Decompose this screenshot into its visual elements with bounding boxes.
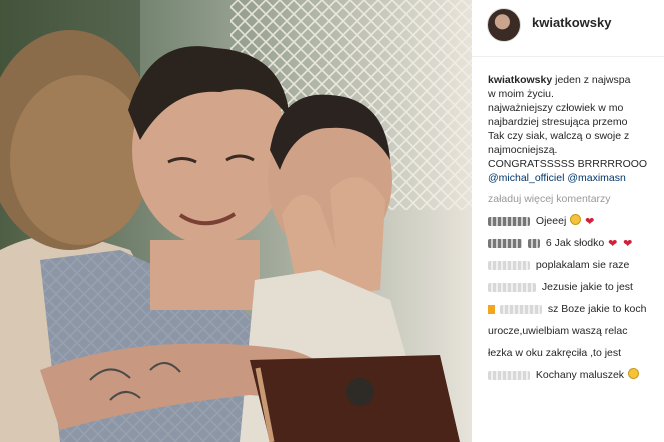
- blurred-username[interactable]: [488, 216, 530, 226]
- blurred-username-part: [527, 238, 540, 248]
- caption-line-5: Tak czy siak, walczą o swoje z: [488, 130, 630, 142]
- comment-text: Jezusie jakie to jest: [541, 281, 633, 293]
- post-photo[interactable]: [0, 0, 472, 442]
- post-header: kwiatkowsky: [472, 0, 664, 57]
- caption-line-2: w moim życiu.: [488, 88, 554, 100]
- blurred-username[interactable]: [488, 238, 522, 248]
- comment-text: sz Boze jakie to koch: [547, 303, 647, 315]
- mention-link[interactable]: @michal_officiel: [488, 172, 564, 184]
- fire-emoji-icon: [488, 304, 495, 314]
- comment-row: 6 Jak słodko ❤ ❤: [488, 236, 664, 250]
- caption-username[interactable]: kwiatkowsky: [488, 74, 552, 86]
- comment-text: Kochany maluszek: [535, 369, 625, 381]
- comment-text: 6 Jak słodko: [545, 237, 605, 249]
- comment-text: Ojeeej: [535, 215, 567, 227]
- post-author-username[interactable]: kwiatkowsky: [532, 15, 612, 30]
- caption-mentions: @michal_officiel @maximasn: [488, 171, 664, 185]
- comment-row: Ojeeej ❤: [488, 214, 664, 228]
- comment-row: Kochany maluszek: [488, 368, 664, 382]
- caption-line-6: najmocniejszą.: [488, 144, 558, 156]
- caption-line-1: kwiatkowsky jeden z najwspa: [488, 73, 664, 87]
- heart-eyes-emoji-icon: [627, 368, 639, 379]
- blurred-username[interactable]: [499, 304, 542, 314]
- heart-emoji-icon: ❤: [608, 238, 618, 250]
- comment-row: poplakalam sie raze: [488, 258, 664, 272]
- smile-emoji-icon: [570, 214, 582, 225]
- comment-row: Jezusie jakie to jest: [488, 280, 664, 294]
- comment-row: sz Boze jakie to koch: [488, 302, 664, 316]
- heart-emoji-icon: ❤: [585, 216, 595, 228]
- blurred-username[interactable]: [488, 282, 536, 292]
- comment-continuation: łezka w oku zakręciła ,to jest: [488, 347, 622, 359]
- caption-text-1: jeden z najwspa: [555, 74, 631, 86]
- load-more-comments-link[interactable]: załaduj więcej komentarzy: [488, 192, 664, 206]
- post-body: kwiatkowsky jeden z najwspa w moim życiu…: [488, 73, 664, 390]
- blurred-username[interactable]: [488, 260, 530, 270]
- caption-line-3: najważniejszy człowiek w mo: [488, 102, 624, 114]
- comment-text: poplakalam sie raze: [535, 259, 630, 271]
- avatar[interactable]: [487, 8, 521, 42]
- blurred-username[interactable]: [488, 370, 530, 380]
- comments-list: Ojeeej ❤ 6 Jak słodko ❤ ❤ poplakalam sie…: [488, 214, 664, 382]
- mention-link[interactable]: @maximasn: [567, 172, 626, 184]
- heart-emoji-icon: ❤: [623, 238, 633, 250]
- photo-scene-graphic: [0, 0, 472, 442]
- caption-line-4: najbardziej stresująca przemo: [488, 116, 628, 128]
- comment-continuation: urocze,uwielbiam waszą relac: [488, 325, 628, 337]
- caption-line-7: CONGRATSSSSS BRRRRROOO: [488, 158, 648, 170]
- post-sidebar: kwiatkowsky kwiatkowsky jeden z najwspa …: [472, 0, 664, 442]
